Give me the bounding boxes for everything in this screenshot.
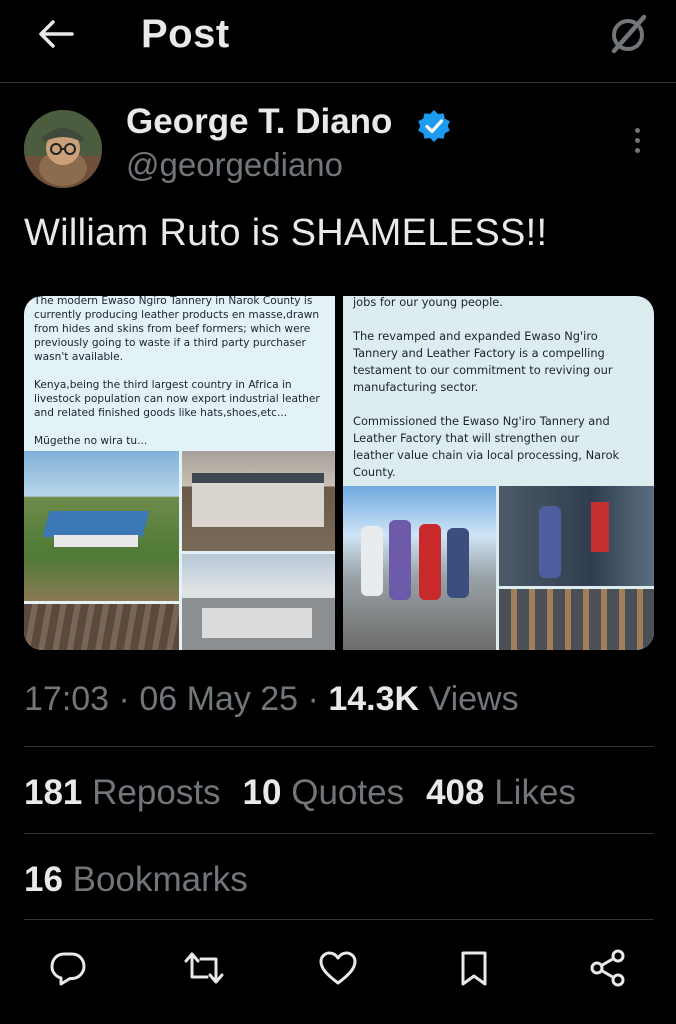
caption-line [34, 364, 320, 378]
repost-button[interactable] [180, 940, 228, 996]
reply-button[interactable] [44, 940, 92, 996]
reposts-count: 181 [24, 773, 83, 812]
caption-line [34, 420, 320, 434]
caption-line [353, 311, 619, 328]
media-gallery: The modern Ewaso Ngiro Tannery in Narok … [24, 296, 654, 650]
share-button[interactable] [584, 940, 632, 996]
action-bar [0, 940, 676, 996]
bookmarks-stat[interactable]: 16 Bookmarks [24, 860, 248, 900]
divider [24, 746, 654, 747]
grok-icon [611, 14, 647, 54]
top-bar: Post [0, 0, 676, 80]
bookmarks-count: 16 [24, 860, 63, 899]
caption-line: leather value chain via local processing… [353, 448, 620, 462]
caption-line: currently producing leather products en … [34, 309, 320, 321]
post-meta: 17:03 · 06 May 25 · 14.3K Views [24, 680, 519, 719]
likes-count: 408 [426, 773, 485, 812]
bookmark-button[interactable] [450, 940, 498, 996]
more-options-button[interactable] [620, 120, 654, 160]
caption-line: The modern Ewaso Ngiro Tannery in Narok … [34, 296, 313, 307]
bookmarks-label: Bookmarks [72, 860, 248, 899]
heart-icon [319, 951, 357, 985]
caption-line [353, 396, 619, 413]
views-count: 14.3K [328, 680, 420, 718]
quotes-count: 10 [242, 773, 282, 812]
likes-label: Likes [494, 773, 576, 812]
arrow-left-icon [39, 20, 74, 48]
engagement-stats: 181 Reposts 10 Quotes 408 Likes [24, 773, 576, 813]
grok-button[interactable] [604, 10, 652, 58]
caption-line: and related finished goods like hats,sho… [34, 407, 288, 419]
quotes-link[interactable]: 10 Quotes [243, 773, 405, 812]
repost-icon [184, 952, 224, 984]
media-image-left[interactable]: The modern Ewaso Ngiro Tannery in Narok … [24, 296, 335, 650]
caption-line: Kenya,being the third largest country in… [34, 379, 292, 391]
caption-line: Leather Factory that will strengthen our [353, 431, 580, 445]
post-time: 17:03 [24, 680, 110, 718]
post-date: 06 May 25 [139, 680, 299, 718]
views-label: Views [428, 680, 519, 718]
caption-line: from hides and skins from beef formers; … [34, 323, 311, 335]
divider [24, 919, 654, 920]
caption-line: manufacturing sector. [353, 380, 479, 394]
image-caption-text: jobs for our young people. The revamped … [353, 296, 619, 481]
image-caption-text: The modern Ewaso Ngiro Tannery in Narok … [34, 296, 320, 448]
caption-line: previously going to waste if a third par… [34, 337, 306, 349]
like-button[interactable] [314, 940, 362, 996]
divider [24, 833, 654, 834]
caption-line: testament to our commitment to reviving … [353, 363, 613, 377]
page-title: Post [141, 12, 230, 56]
caption-line: wasn't available. [34, 351, 124, 363]
back-button[interactable] [34, 14, 78, 54]
bookmark-icon [461, 951, 487, 986]
caption-line: Commissioned the Ewaso Ng'iro Tannery an… [353, 414, 610, 428]
likes-link[interactable]: 408 Likes [426, 773, 576, 812]
caption-line: Mũgethe no wira tu... [34, 435, 148, 447]
share-icon [590, 949, 625, 987]
reply-icon [50, 952, 86, 986]
avatar[interactable] [24, 110, 102, 188]
tweet-text: William Ruto is SHAMELESS!! [24, 212, 548, 254]
header-divider [0, 82, 676, 83]
author-handle[interactable]: @georgediano [126, 146, 343, 184]
more-icon [634, 127, 640, 133]
author-name[interactable]: George T. Diano [126, 102, 392, 142]
reposts-link[interactable]: 181 Reposts [24, 773, 221, 812]
caption-line: County. [353, 465, 396, 479]
verified-badge-icon [418, 110, 450, 142]
meta-separator: · [118, 680, 130, 718]
quotes-label: Quotes [291, 773, 405, 812]
media-image-right[interactable]: jobs for our young people. The revamped … [343, 296, 654, 650]
caption-line: Tannery and Leather Factory is a compell… [353, 346, 605, 360]
caption-line: The revamped and expanded Ewaso Ng'iro [353, 329, 598, 343]
reposts-label: Reposts [92, 773, 221, 812]
caption-line: livestock population can now export indu… [34, 393, 320, 405]
caption-line: jobs for our young people. [353, 296, 503, 309]
meta-separator: · [307, 680, 319, 718]
